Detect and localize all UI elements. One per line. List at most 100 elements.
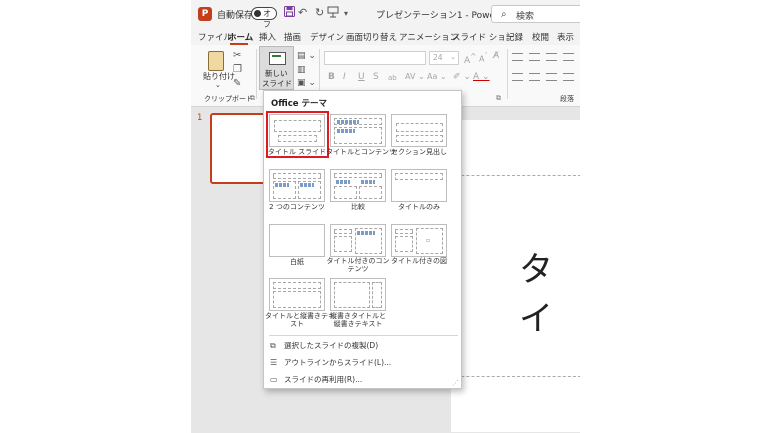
- search-input[interactable]: ⌕ 検索: [491, 5, 580, 23]
- menu-separator: [269, 335, 458, 336]
- screen: P 自動保存 オフ ↶ ↻ ▾ プレゼンテーション1 - Power… ⌕ 検索…: [0, 0, 770, 433]
- align-center-icon[interactable]: [529, 73, 540, 81]
- chevron-down-icon[interactable]: ▾: [344, 9, 348, 18]
- menu-item-label: スライドの再利用(R)...: [284, 375, 363, 384]
- tab-home[interactable]: ホーム: [228, 31, 253, 43]
- character-spacing-icon[interactable]: AV ⌄: [405, 72, 425, 81]
- layout-title-placeholder: [395, 229, 413, 234]
- layout-section-header[interactable]: [391, 114, 447, 147]
- menu-item-label: 選択したスライドの複製(D): [284, 341, 379, 350]
- layout-caption-placeholder: [334, 236, 352, 252]
- clear-formatting-icon[interactable]: A̸: [493, 51, 499, 61]
- present-from-start-icon[interactable]: [327, 6, 339, 21]
- shrink-font-icon[interactable]: Aˇ: [479, 52, 488, 64]
- align-right-icon[interactable]: [546, 73, 557, 81]
- tab-slideshow[interactable]: スライド ショー: [452, 31, 514, 43]
- layout-text-lines: [337, 129, 355, 133]
- layout-icon[interactable]: ▤ ⌄: [297, 51, 316, 61]
- tab-design[interactable]: デザイン: [310, 31, 344, 43]
- layout-text-lines: [337, 120, 359, 124]
- reset-icon[interactable]: ▥: [297, 65, 306, 75]
- layout-name: タイトルのみ: [398, 203, 440, 211]
- layout-picture-with-caption[interactable]: ▫: [391, 224, 447, 257]
- underline-button[interactable]: U: [358, 72, 365, 82]
- layout-title-and-content[interactable]: [330, 114, 386, 147]
- increase-indent-icon[interactable]: [563, 53, 574, 61]
- tab-file[interactable]: ファイル: [198, 31, 232, 43]
- autosave-toggle[interactable]: オフ: [251, 7, 277, 29]
- layout-vertical-title-and-text[interactable]: [330, 278, 386, 311]
- save-icon[interactable]: [284, 6, 295, 20]
- reuse-slides-icon: ▭: [270, 375, 278, 384]
- layout-name: 比較: [351, 203, 365, 211]
- new-slide-button[interactable]: 新しい スライド: [259, 46, 294, 90]
- ribbon-tabs: ファイル ホーム 挿入 描画 デザイン 画面切り替え アニメーション スライド …: [191, 28, 580, 45]
- font-color-icon[interactable]: A ⌄: [473, 72, 490, 82]
- paragraph-tools: [509, 51, 580, 91]
- layout-text-placeholder: [396, 135, 443, 142]
- resize-grip-icon[interactable]: ⋰: [452, 379, 459, 387]
- layout-two-content[interactable]: [269, 169, 325, 202]
- change-case-icon[interactable]: Aa ⌄: [427, 72, 447, 81]
- bullets-icon[interactable]: [512, 53, 523, 61]
- redo-icon[interactable]: ↻: [315, 6, 324, 19]
- cut-icon[interactable]: ✂: [233, 50, 241, 61]
- layout-blank[interactable]: [269, 224, 325, 257]
- layout-title-only[interactable]: [391, 169, 447, 202]
- tab-draw[interactable]: 描画: [284, 31, 301, 43]
- layout-name-line-2: 縦書きテキスト: [333, 320, 383, 328]
- section-icon[interactable]: ▣ ⌄: [297, 78, 316, 88]
- layout-vertical-text-placeholder: [334, 282, 370, 308]
- layout-vertical-text-placeholder: [273, 291, 321, 308]
- align-left-icon[interactable]: [512, 73, 523, 81]
- chevron-down-icon[interactable]: ⌄: [215, 81, 221, 89]
- decrease-indent-icon[interactable]: [546, 53, 557, 61]
- layout-name: タイトルとコンテンツ: [326, 148, 396, 156]
- duplicate-selected-slides-item[interactable]: ⧉ 選択したスライドの複製(D): [270, 340, 378, 351]
- paste-icon[interactable]: [208, 51, 224, 71]
- dialog-launcher-icon[interactable]: ⧉: [250, 94, 255, 103]
- layout-text-lines: [275, 183, 289, 187]
- tab-insert[interactable]: 挿入: [259, 31, 276, 43]
- numbering-icon[interactable]: [529, 53, 540, 61]
- chevron-down-icon: ⌄: [450, 53, 456, 61]
- tab-record[interactable]: 記録: [506, 31, 523, 43]
- slide-title-placeholder[interactable]: タイ: [519, 242, 580, 340]
- layout-content-placeholder: [334, 186, 357, 199]
- paragraph-group-label: 段落: [560, 95, 574, 103]
- layout-comparison[interactable]: [330, 169, 386, 202]
- slides-from-outline-item[interactable]: ☰ アウトラインからスライド(L)...: [270, 357, 391, 368]
- tab-animations[interactable]: アニメーション: [399, 31, 458, 43]
- bold-button[interactable]: B: [328, 72, 335, 82]
- layout-vertical-title-placeholder: [372, 282, 382, 308]
- layout-title-placeholder: [395, 173, 443, 180]
- layout-name-line-2: テンツ: [347, 265, 369, 273]
- new-slide-icon: [269, 52, 286, 65]
- tab-view[interactable]: 表示: [557, 31, 574, 43]
- highlight-color-icon[interactable]: ✐ ⌄: [453, 72, 471, 82]
- italic-button[interactable]: I: [343, 72, 346, 82]
- dialog-launcher-icon[interactable]: ⧉: [496, 94, 501, 103]
- layout-title-placeholder: [273, 282, 321, 289]
- new-slide-label-2: スライド: [262, 79, 292, 88]
- reuse-slides-item[interactable]: ▭ スライドの再利用(R)...: [270, 374, 362, 385]
- clipboard-group-label: クリップボード: [204, 95, 253, 103]
- layout-title-and-vertical-text[interactable]: [269, 278, 325, 311]
- shadow-button[interactable]: S: [373, 72, 379, 82]
- font-name-select[interactable]: [324, 51, 426, 65]
- search-placeholder: 検索: [516, 12, 535, 22]
- format-painter-icon[interactable]: ✎: [233, 78, 241, 89]
- copy-icon[interactable]: ❐: [233, 64, 242, 75]
- font-size-select[interactable]: 24 ⌄: [429, 51, 459, 65]
- grow-font-icon[interactable]: A^: [464, 52, 476, 66]
- layout-text-lines: [357, 231, 375, 235]
- undo-icon[interactable]: ↶: [298, 6, 307, 19]
- tab-transitions[interactable]: 画面切り替え: [346, 31, 397, 43]
- layout-content-with-caption[interactable]: [330, 224, 386, 257]
- tab-review[interactable]: 校閲: [532, 31, 549, 43]
- justify-icon[interactable]: [563, 73, 574, 81]
- slide-number: 1: [197, 113, 203, 123]
- layout-name: タイトルと縦書きテキ: [265, 312, 335, 320]
- layout-title-placeholder: [273, 173, 321, 179]
- strikethrough-icon[interactable]: ab: [388, 74, 397, 82]
